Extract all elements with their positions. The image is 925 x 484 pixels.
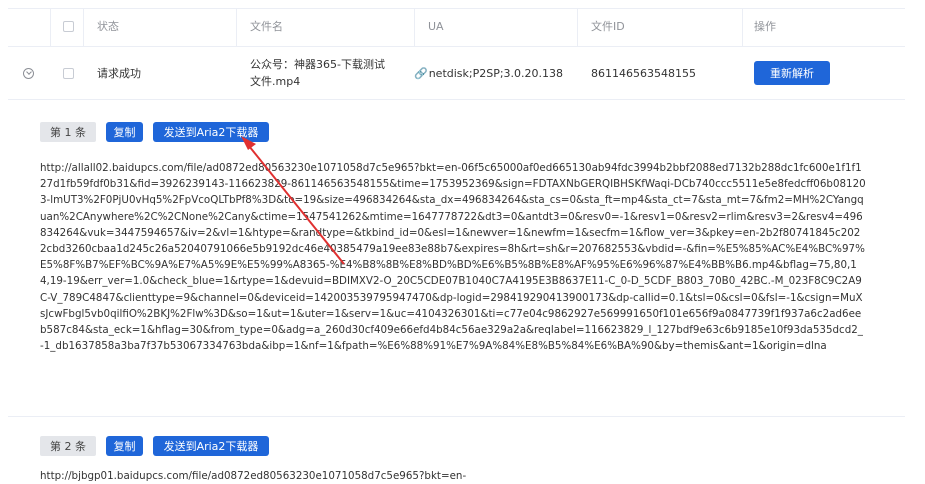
annotation-arrow-icon xyxy=(241,136,345,265)
